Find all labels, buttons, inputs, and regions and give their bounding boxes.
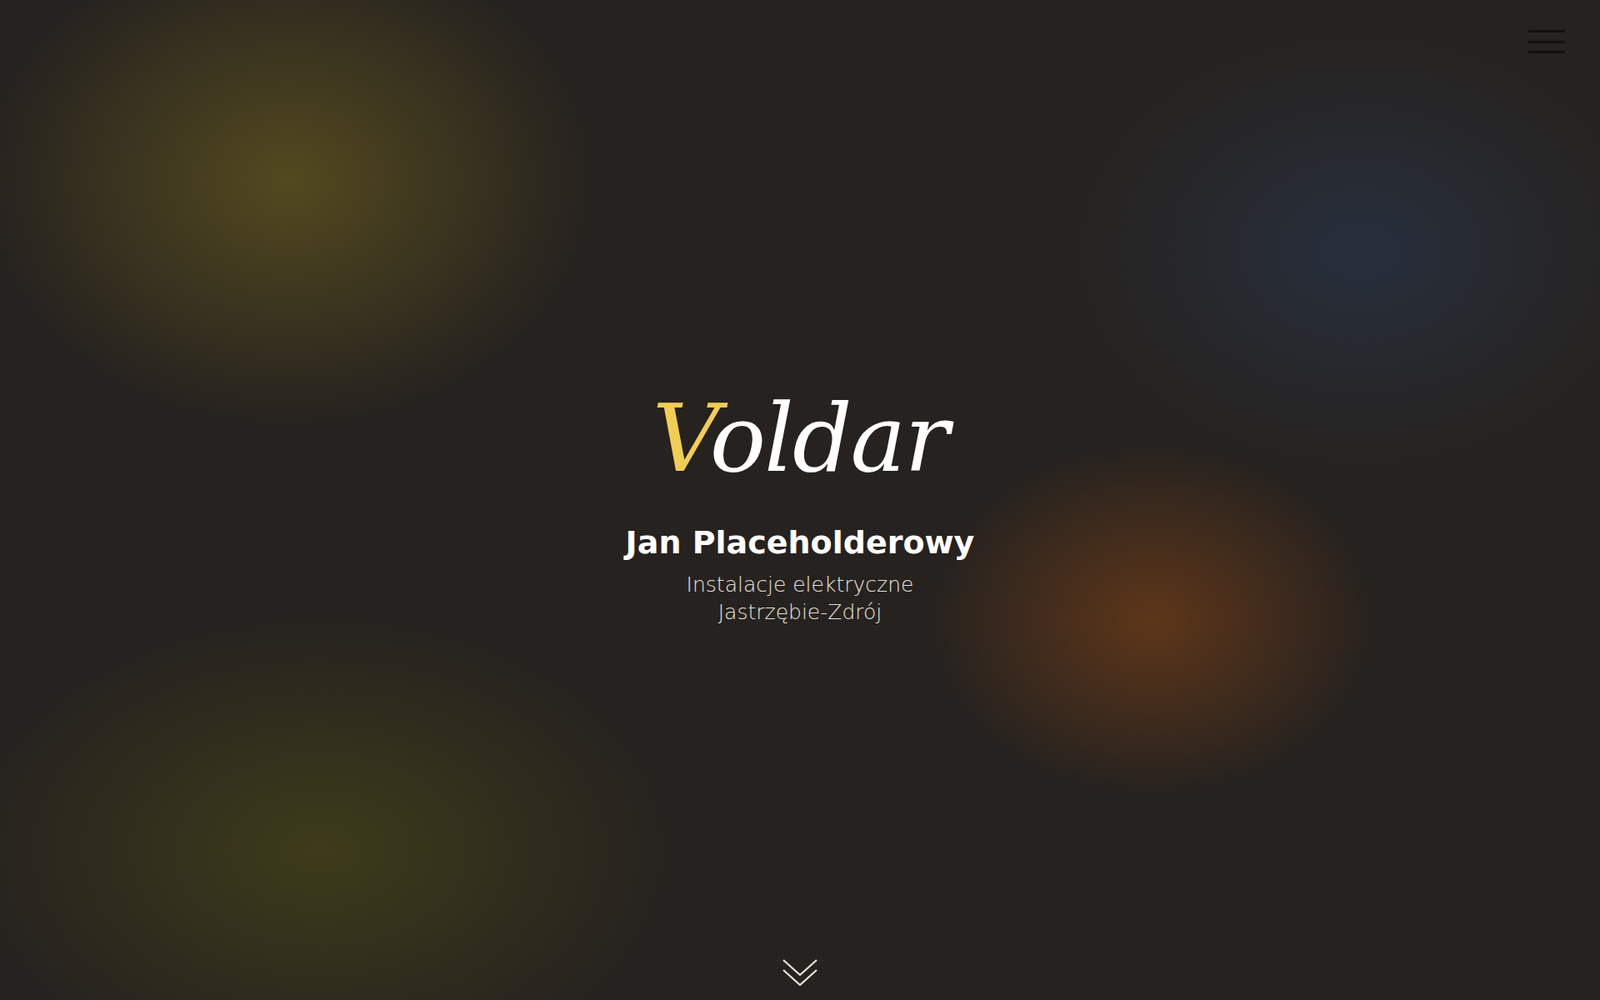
owner-name: Jan Placeholderowy — [625, 524, 975, 563]
double-chevron-down-icon — [780, 956, 820, 990]
menu-line — [1528, 40, 1565, 44]
hero: Voldar Jan Placeholderowy Instalacje elekt… — [0, 0, 1600, 1000]
tagline-line: Jastrzębie-Zdrój — [718, 598, 882, 626]
tagline-line: Instalacje elektryczne — [686, 570, 915, 599]
top-bar — [0, 0, 1600, 50]
hero-content: Voldar Jan Placeholderowy Instalacje elekt… — [0, 50, 1600, 925]
menu-line — [1528, 50, 1565, 54]
menu-line — [1528, 30, 1565, 33]
logo: Voldar — [652, 382, 948, 495]
menu-button[interactable] — [1528, 30, 1565, 54]
logo-part: V — [652, 384, 710, 493]
scroll-down-button[interactable] — [780, 956, 820, 990]
tagline: Instalacje elektryczneJastrzębie-Zdrój — [686, 570, 915, 626]
logo-part: oldar — [710, 384, 948, 493]
bottom-bar — [0, 925, 1600, 1000]
